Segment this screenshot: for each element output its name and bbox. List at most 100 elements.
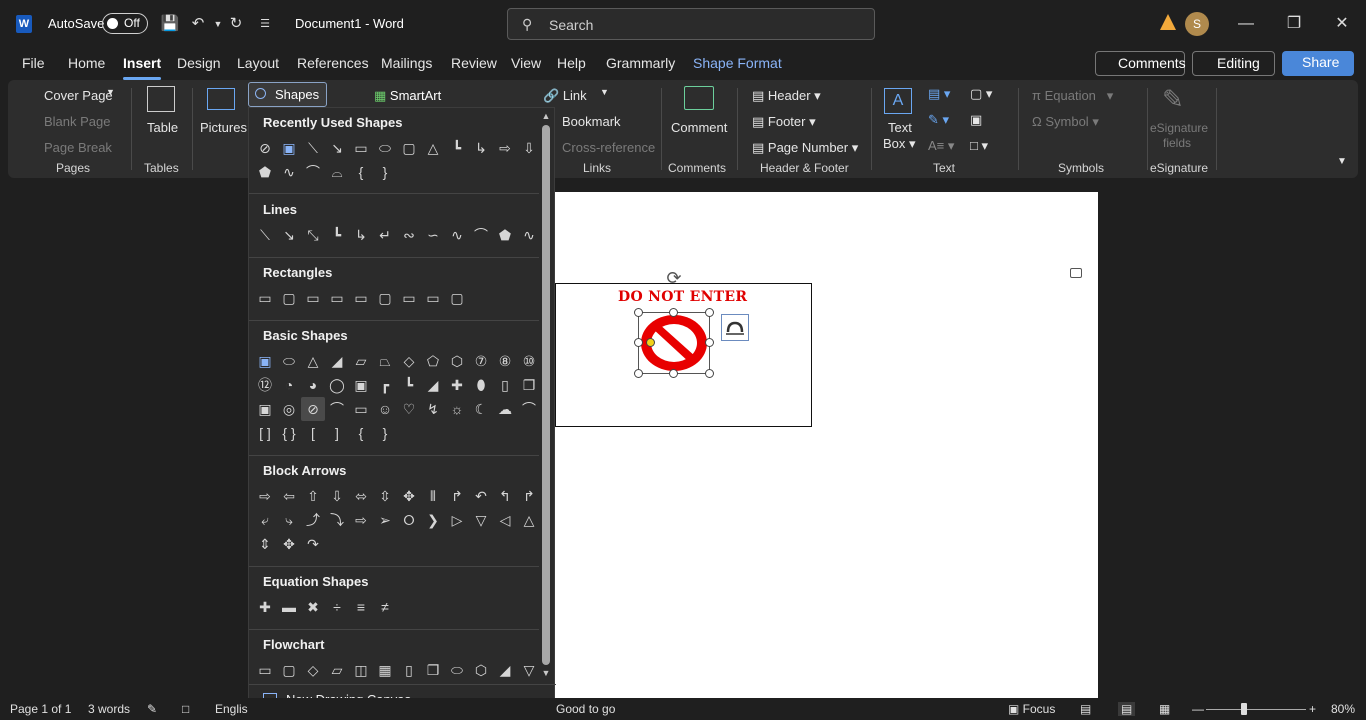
chevron-shape-icon[interactable]: ❯ [421, 508, 445, 532]
curved-connector-shape-icon[interactable]: ∾ [397, 223, 421, 247]
zoom-level[interactable]: 80% [1331, 702, 1355, 716]
rounded-rectangle-shape-icon[interactable]: ▢ [277, 286, 301, 310]
customize-toolbar-icon[interactable]: ☰ [255, 14, 275, 34]
division-shape-icon[interactable]: ÷ [325, 595, 349, 619]
collapse-ribbon-icon[interactable]: ▼ [1337, 156, 1347, 167]
page-break-button[interactable]: Page Break [44, 140, 112, 155]
down-arrow-shape-icon[interactable]: ⇩ [517, 136, 541, 160]
shapes-button[interactable]: Shapes ▼ [248, 82, 327, 116]
quad-arrow-callout-shape-icon[interactable]: ✥ [277, 532, 301, 556]
print-layout-icon[interactable]: ▤ [1118, 702, 1136, 716]
teardrop-shape-icon[interactable]: ◯ [325, 373, 349, 397]
double-brace-shape-icon[interactable]: { } [277, 421, 301, 445]
resize-handle[interactable] [669, 369, 678, 378]
heptagon-shape-icon[interactable]: ⑦ [469, 349, 493, 373]
autosave-toggle[interactable]: Off [102, 13, 148, 34]
rotate-handle-icon[interactable]: ⟳ [663, 268, 685, 288]
tab-references[interactable]: References [297, 55, 369, 71]
diagonal-stripe-shape-icon[interactable]: ◢ [421, 373, 445, 397]
not-equal-shape-icon[interactable]: ≠ [373, 595, 397, 619]
text-box-shape-icon[interactable]: ▣ [277, 136, 301, 160]
oval-shape-icon[interactable]: ⬭ [277, 349, 301, 373]
arrow-line-shape-icon[interactable]: ↘ [277, 223, 301, 247]
dodecagon-shape-icon[interactable]: ⑫ [253, 373, 277, 397]
header-button[interactable]: ▤ Header ▾ [752, 88, 821, 104]
right-arrow-shape-icon[interactable]: ⇨ [253, 484, 277, 508]
manual-input-shape-icon[interactable]: ◢ [493, 658, 517, 682]
tab-file[interactable]: File [22, 55, 45, 71]
curved-left-arrow-shape-icon[interactable]: ⤷ [277, 508, 301, 532]
equation-button[interactable]: π Equation ▾ [1032, 88, 1113, 104]
resize-handle[interactable] [669, 308, 678, 317]
minus-shape-icon[interactable]: ▬ [277, 595, 301, 619]
bookmark-button[interactable]: Bookmark [562, 114, 621, 129]
object-icon[interactable]: □ ▾ [970, 138, 988, 154]
selected-shape[interactable] [634, 308, 714, 378]
triangle-shape-icon[interactable]: △ [421, 136, 445, 160]
blank-page-button[interactable]: Blank Page [44, 114, 111, 129]
tab-shape-format[interactable]: Shape Format [693, 55, 782, 71]
data-shape-icon[interactable]: ▱ [325, 658, 349, 682]
drop-cap-icon[interactable]: A≡ ▾ [928, 138, 954, 154]
decision-shape-icon[interactable]: ◇ [301, 658, 325, 682]
share-button[interactable]: Share [1282, 51, 1354, 76]
curved-up-arrow-shape-icon[interactable]: ⤴ [301, 508, 325, 532]
pictures-button[interactable]: Pictures [200, 120, 247, 135]
undo-dropdown-icon[interactable]: ▼ [208, 14, 228, 34]
text-box-line1[interactable]: Text [888, 120, 912, 135]
predefined-process-shape-icon[interactable]: ◫ [349, 658, 373, 682]
up-down-arrow-callout-shape-icon[interactable]: ⇕ [253, 532, 277, 556]
snip-same-side-rectangle-shape-icon[interactable]: ▭ [325, 286, 349, 310]
rounded-rectangle-shape-icon[interactable]: ▢ [397, 136, 421, 160]
editing-mode-button[interactable]: Editing [1192, 51, 1275, 76]
up-arrow-shape-icon[interactable]: ⇧ [301, 484, 325, 508]
l-shape-icon[interactable]: ┗ [397, 373, 421, 397]
proofing-icon[interactable]: ✎ [147, 702, 157, 716]
snip-round-rectangle-shape-icon[interactable]: ▢ [373, 286, 397, 310]
text-box-button[interactable]: Box ▾ [883, 136, 916, 152]
internal-storage-shape-icon[interactable]: ▦ [373, 658, 397, 682]
zoom-slider-thumb[interactable] [1241, 703, 1247, 715]
esignature-line2[interactable]: fields [1163, 136, 1191, 150]
date-time-icon[interactable]: ▣ [970, 112, 982, 128]
scrollbar-thumb[interactable] [542, 125, 550, 665]
down-arrow-shape-icon[interactable]: ⇩ [325, 484, 349, 508]
tab-grammarly[interactable]: Grammarly [606, 55, 675, 71]
cover-page-button[interactable]: Cover Page [44, 88, 113, 103]
focus-button[interactable]: ▣ Focus [1008, 702, 1055, 716]
curved-double-arrow-shape-icon[interactable]: ∿ [445, 223, 469, 247]
triangle-shape-icon[interactable]: △ [301, 349, 325, 373]
parallelogram-shape-icon[interactable]: ▱ [349, 349, 373, 373]
comments-button[interactable]: Comments [1095, 51, 1186, 76]
tab-review[interactable]: Review [451, 55, 497, 71]
smiley-face-shape-icon[interactable]: ☺ [373, 397, 397, 421]
zoom-in-icon[interactable]: + [1309, 702, 1316, 716]
scroll-down-icon[interactable]: ▼ [541, 668, 551, 678]
double-bracket-shape-icon[interactable]: [ ] [253, 421, 277, 445]
hexagon-shape-icon[interactable]: ⬡ [445, 349, 469, 373]
freeform-shape-icon[interactable]: ⬟ [493, 223, 517, 247]
striped-right-arrow-shape-icon[interactable]: ⇨ [349, 508, 373, 532]
left-arrow-callout-shape-icon[interactable]: ◁ [493, 508, 517, 532]
round-diagonal-rectangle-shape-icon[interactable]: ▢ [445, 286, 469, 310]
pentagon-shape-icon[interactable]: ⬠ [421, 349, 445, 373]
round-corner-rectangle-shape-icon[interactable]: ▭ [397, 286, 421, 310]
quad-arrow-shape-icon[interactable]: ✥ [397, 484, 421, 508]
adjust-handle[interactable] [646, 338, 655, 347]
tab-layout[interactable]: Layout [237, 55, 279, 71]
double-arrow-line-shape-icon[interactable]: ⤡ [301, 223, 325, 247]
resize-handle[interactable] [705, 369, 714, 378]
undo-icon[interactable]: ↶ [188, 14, 208, 34]
left-brace-shape-icon[interactable]: { [349, 421, 373, 445]
rectangle-shape-icon[interactable]: ▭ [253, 286, 277, 310]
sun-shape-icon[interactable]: ☼ [445, 397, 469, 421]
avatar[interactable]: S [1185, 12, 1209, 36]
scribble-shape-icon[interactable]: ∿ [517, 223, 541, 247]
right-brace-shape-icon[interactable]: } [373, 421, 397, 445]
close-icon[interactable]: ✕ [1330, 12, 1354, 36]
tab-view[interactable]: View [511, 55, 541, 71]
alternate-process-shape-icon[interactable]: ▢ [277, 658, 301, 682]
left-up-arrow-shape-icon[interactable]: ↰ [493, 484, 517, 508]
symbol-button[interactable]: Ω Symbol ▾ [1032, 114, 1099, 130]
elbow-arrow-shape-icon[interactable]: ↳ [349, 223, 373, 247]
